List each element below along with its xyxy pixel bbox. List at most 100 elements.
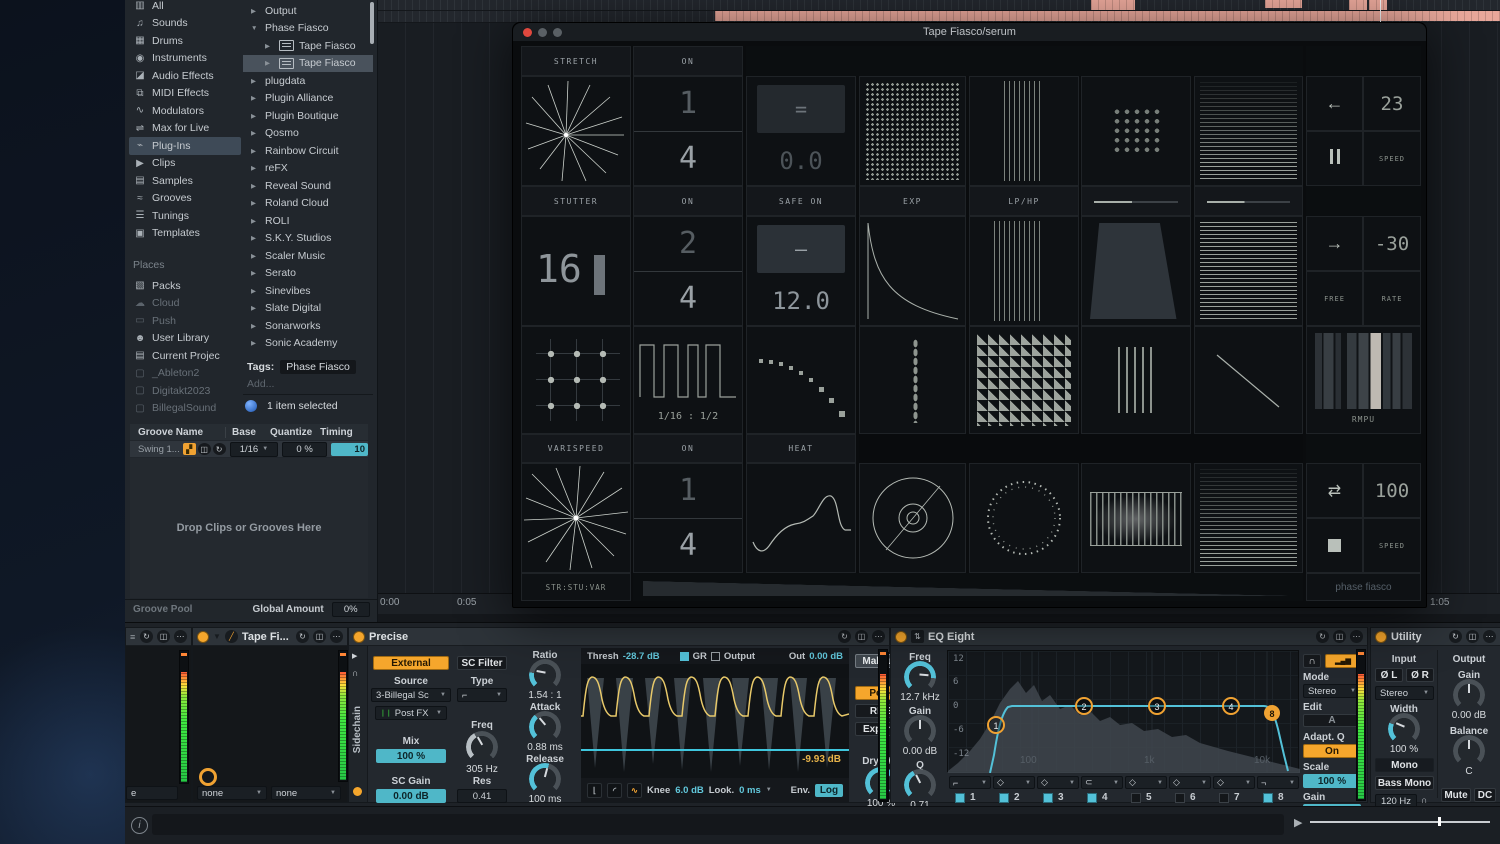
nav-left-button[interactable]: ← [1306, 76, 1363, 131]
tag-chip[interactable]: Phase Fiasco [280, 360, 356, 374]
browser-category[interactable]: ☰Tunings [129, 207, 241, 225]
expand-arrow-icon[interactable]: ▶ [251, 252, 260, 260]
pause-button[interactable] [1306, 131, 1363, 186]
browser-place[interactable]: ☁Cloud [129, 295, 241, 313]
footer-mode-cell[interactable]: STR:STU:VAR [521, 573, 631, 601]
hotswap-icon[interactable]: ↻ [1449, 630, 1462, 643]
speed-label-cell[interactable]: SPEED [1363, 131, 1421, 186]
device-title-bar[interactable]: ⇅ EQ Eight ↻ ◫ ⋯ [891, 628, 1367, 646]
wrench-icon[interactable]: ╱ [225, 630, 238, 643]
plugin-tree-item[interactable]: ▶Sinevibes [243, 282, 373, 300]
pattern-cell[interactable] [969, 216, 1079, 326]
browser-category[interactable]: ▶Clips [129, 155, 241, 173]
pattern-cell[interactable] [1194, 216, 1303, 326]
band-enable-checkbox[interactable] [1087, 793, 1097, 803]
browser-category[interactable]: ⧉MIDI Effects [129, 85, 241, 103]
out-gain-knob[interactable] [1456, 682, 1482, 708]
stutter-count-cell[interactable]: 16 [521, 216, 631, 326]
look-value[interactable]: 0 ms [739, 785, 761, 796]
nav-right-button[interactable]: → [1306, 216, 1363, 271]
filter-type-select[interactable]: ⌐▼ [949, 776, 991, 789]
device-title-bar[interactable]: ≡ ↻ ◫ ⋯ [126, 628, 191, 646]
plugin-tree-item[interactable]: ▶Plugin Alliance [243, 90, 373, 108]
expand-arrow-icon[interactable]: ▼ [251, 25, 260, 32]
stutter-amount-cell[interactable]: — 12.0 [746, 216, 856, 326]
tree-scrollbar[interactable] [370, 2, 374, 44]
filter-type-select[interactable]: ⌐▼ [457, 688, 507, 702]
expand-arrow-icon[interactable]: ▶ [251, 287, 260, 295]
close-icon[interactable] [523, 28, 532, 37]
plugin-tree-item[interactable]: ▶Reveal Sound [243, 177, 373, 195]
expand-arrow-icon[interactable]: ▶ [251, 217, 260, 225]
more-icon[interactable]: ⋯ [872, 630, 885, 643]
balance-knob[interactable] [1456, 738, 1482, 764]
play-icon[interactable]: ▶ [352, 652, 357, 660]
compressor-display[interactable]: -9.93 dB [581, 664, 849, 778]
safe-on-button[interactable]: SAFE ON [746, 186, 856, 216]
more-icon[interactable]: ⋯ [330, 630, 343, 643]
mode-select[interactable]: Stereo▼ [1303, 684, 1361, 698]
soft-knee-icon[interactable]: ◜ [607, 783, 622, 798]
browser-category[interactable]: ∿Modulators [129, 102, 241, 120]
res-field[interactable]: 0.41 [457, 789, 507, 803]
browser-place[interactable]: ▢BillegalSound [129, 400, 241, 418]
phase-left-button[interactable]: Ø L [1375, 668, 1403, 682]
pattern-cell[interactable] [969, 326, 1079, 434]
stutter-sym-box[interactable]: — [757, 225, 845, 273]
info-icon[interactable]: i [131, 817, 148, 834]
device-title-bar[interactable]: Precise ↻ ◫ ⋯ [349, 628, 889, 646]
more-icon[interactable]: ⋯ [1483, 630, 1496, 643]
lphp-button[interactable]: LP/HP [969, 186, 1079, 216]
varispeed-header[interactable]: VARISPEED [521, 434, 631, 463]
plugin-tree-item[interactable]: ▼Phase Fiasco [243, 20, 373, 38]
plugin-window[interactable]: Tape Fiasco/serum STRETCH ON 14 [512, 22, 1427, 608]
plugin-tree-item[interactable]: ▶Rainbow Circuit [243, 142, 373, 160]
more-icon[interactable]: ⋯ [1350, 630, 1363, 643]
midi-clip[interactable] [1369, 0, 1387, 10]
browser-category[interactable]: ≈Grooves [129, 190, 241, 208]
follow-arrow-icon[interactable]: ▶ [1294, 816, 1302, 829]
band-enable-checkbox[interactable] [1175, 793, 1185, 803]
stretch-on-button[interactable]: ON [633, 46, 743, 76]
expand-arrow-icon[interactable]: ▶ [251, 147, 260, 155]
stretch-ratio-cell[interactable]: 14 [633, 76, 743, 186]
filter-type-select[interactable]: ◇▼ [993, 776, 1035, 789]
plugin-tree-item[interactable]: ▶Sonarworks [243, 317, 373, 335]
varispeed-value-cell[interactable]: 100 [1363, 463, 1421, 518]
expand-arrow-icon[interactable]: ▶ [251, 129, 260, 137]
grid-pad-cell[interactable] [521, 326, 631, 434]
browser-category[interactable]: ▦Drums [129, 32, 241, 50]
stretch-amount-cell[interactable]: = 0.0 [746, 76, 856, 186]
filter-type-select[interactable]: ◇▼ [1169, 776, 1211, 789]
device-precise[interactable]: Precise ↻ ◫ ⋯ ▶ ∩ Sidechain External Sou… [348, 627, 890, 803]
browser-place[interactable]: ▢Digitakt2023 [129, 382, 241, 400]
browser-category[interactable]: ▥All [129, 0, 241, 15]
sc-filter-button[interactable]: SC Filter [457, 656, 507, 670]
envelope-mode-icon[interactable]: ∿ [627, 783, 642, 798]
width-knob[interactable] [1391, 716, 1417, 742]
groove-drop-area[interactable]: Drop Clips or Grooves Here [130, 458, 368, 598]
pattern-cell[interactable] [1194, 76, 1303, 186]
browser-place[interactable]: ▢_Ableton2 [129, 365, 241, 383]
plugin-tree-item[interactable]: ▶S.K.Y. Studios [243, 230, 373, 248]
release-knob[interactable] [532, 766, 558, 792]
filter-type-select[interactable]: ◇▼ [1037, 776, 1079, 789]
expand-arrow-icon[interactable]: ▶ [251, 182, 260, 190]
phase-right-button[interactable]: Ø R [1406, 668, 1434, 682]
menu-icon[interactable]: ≡ [130, 632, 135, 642]
routing-select[interactable]: e [126, 786, 178, 800]
plugin-tree-item[interactable]: ▶Sonic Academy [243, 335, 373, 353]
save-icon[interactable]: ◫ [1466, 630, 1479, 643]
save-icon[interactable]: ◫ [855, 630, 868, 643]
pattern-cell[interactable] [1081, 216, 1191, 326]
varispeed-xy-pad[interactable] [521, 463, 631, 573]
dc-button[interactable]: DC [1474, 788, 1496, 802]
expand-arrow-icon[interactable]: ▶ [251, 304, 260, 312]
routing-select-b[interactable]: none▼ [271, 786, 341, 800]
band-enable-checkbox[interactable] [1219, 793, 1229, 803]
plugin-tree-item[interactable]: ▶Qosmo [243, 125, 373, 143]
dotted-ring-cell[interactable] [969, 463, 1079, 573]
horizontal-scrollbar[interactable] [1310, 821, 1490, 823]
speed-label-cell[interactable]: SPEED [1363, 518, 1421, 573]
device-tape-fiasco[interactable]: ▼ ╱ Tape Fi... ↻ ◫ ⋯ none▼ none▼ [192, 627, 348, 803]
